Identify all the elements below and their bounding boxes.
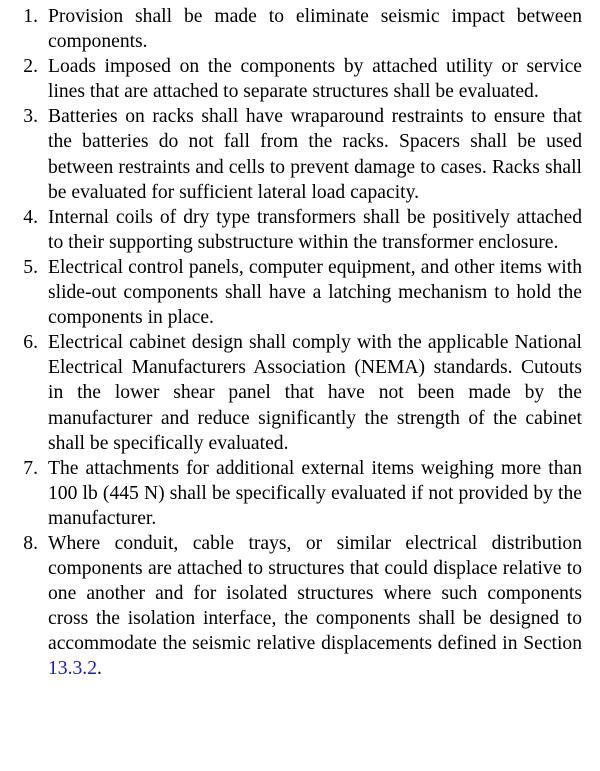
item-text: The attachments for additional external … [48, 457, 582, 529]
list-item-3: 3. Batteries on racks shall have wraparo… [14, 104, 582, 204]
item-text: Loads imposed on the components by attac… [48, 56, 582, 103]
item-number: 5. [23, 256, 38, 278]
section-reference-link[interactable]: 13.3.2 [48, 658, 97, 679]
item-number: 6. [23, 332, 38, 354]
list-item-5: 5. Electrical control panels, computer e… [14, 255, 582, 330]
item-number: 1. [23, 6, 38, 27]
list-item-4: 4. Internal coils of dry type transforme… [14, 205, 582, 255]
item-text: Electrical control panels, computer equi… [48, 256, 582, 329]
list-item-1: 1. Provision shall be made to eliminate … [14, 4, 582, 54]
item-number: 8. [23, 532, 38, 554]
item-text: Where conduit, cable trays, or similar e… [48, 531, 582, 682]
item-text: Batteries on racks shall have wraparound… [48, 106, 582, 203]
item-number: 3. [23, 106, 38, 128]
item-number: 4. [23, 206, 38, 228]
list-item-2: 2. Loads imposed on the components by at… [14, 54, 582, 104]
item-text: Provision shall be made to eliminate sei… [48, 6, 582, 53]
item-text-body: Where conduit, cable trays, or similar e… [48, 532, 582, 655]
item-number: 7. [23, 457, 38, 479]
list-item-6: 6. Electrical cabinet design shall compl… [14, 330, 582, 455]
item-text: Internal coils of dry type transformers … [48, 206, 582, 253]
item-text: Electrical cabinet design shall comply w… [48, 332, 582, 454]
list-item-7: 7. The attachments for additional extern… [14, 456, 582, 531]
item-number: 2. [23, 56, 38, 78]
requirements-document: 1. Provision shall be made to eliminate … [14, 4, 582, 682]
item-text-end: . [96, 658, 102, 680]
list-item-8: 8. Where conduit, cable trays, or simila… [14, 531, 582, 682]
requirements-list: 1. Provision shall be made to eliminate … [14, 4, 582, 682]
